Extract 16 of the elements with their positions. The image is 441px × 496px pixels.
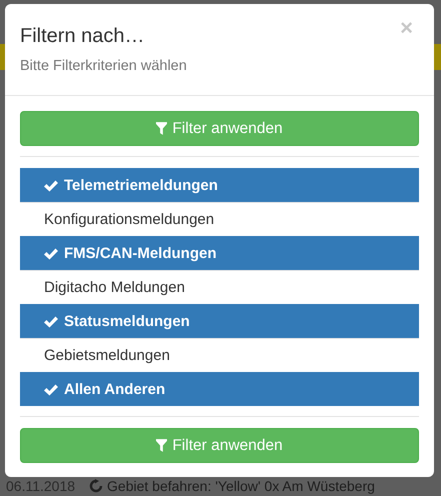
dialog-subtitle: Bitte Filterkriterien wählen	[20, 58, 188, 74]
apply-filter-button[interactable]: Filter anwenden	[20, 111, 419, 146]
row-message: Gebiet befahren: 'Yellow' 0x Am Wüsteberg	[107, 478, 375, 494]
refresh-icon	[89, 479, 104, 493]
filter-icon	[156, 122, 168, 135]
filter-option[interactable]: Allen Anderen	[20, 372, 419, 406]
filter-option[interactable]: FMS/CAN-Meldungen	[20, 236, 419, 270]
filter-option[interactable]: Statusmeldungen	[20, 304, 419, 338]
check-icon	[43, 314, 59, 328]
check-icon	[43, 246, 59, 260]
check-icon	[43, 382, 59, 396]
filter-option[interactable]: Telemetriemeldungen	[20, 168, 419, 202]
check-icon	[43, 178, 59, 192]
apply-filter-button[interactable]: Filter anwenden	[20, 428, 419, 463]
filter-icon	[156, 439, 168, 452]
dialog-title: Filtern nach…	[20, 24, 144, 48]
